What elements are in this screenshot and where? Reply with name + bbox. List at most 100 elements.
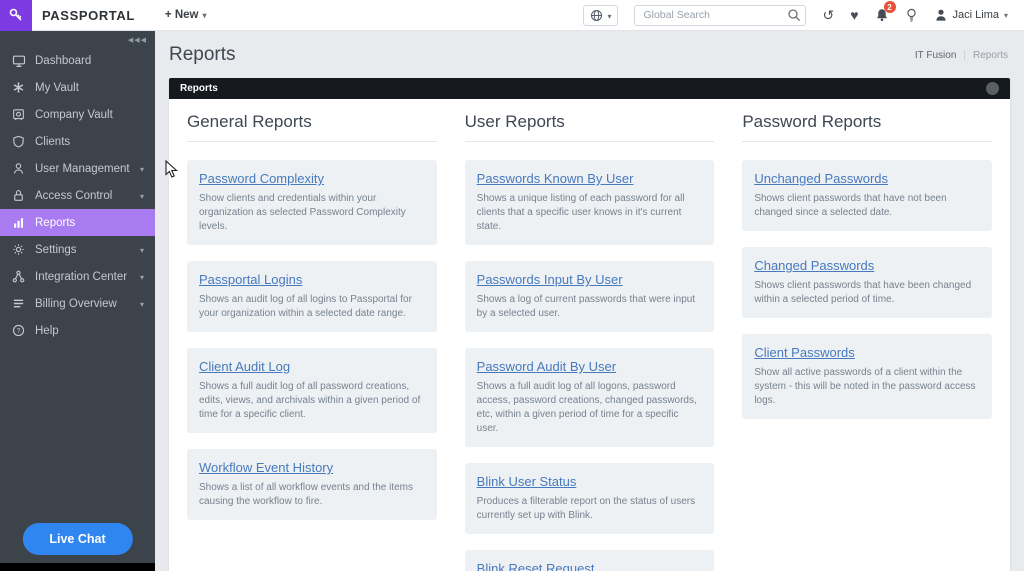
breadcrumb-client[interactable]: IT Fusion xyxy=(915,50,957,61)
chevron-down-icon xyxy=(1004,9,1008,21)
topbar: PASSPORTAL + New ↺ ♥ xyxy=(0,0,1024,31)
sidebar-item-label: Clients xyxy=(35,135,71,148)
sidebar-item-access-control[interactable]: Access Control xyxy=(0,182,155,209)
report-description: Shows an audit log of all logins to Pass… xyxy=(199,294,412,319)
history-icon: ↺ xyxy=(822,7,835,23)
report-link[interactable]: Password Audit By User xyxy=(477,359,616,374)
sidebar-item-label: Settings xyxy=(35,243,77,256)
report-link[interactable]: Passportal Logins xyxy=(199,272,302,287)
history-button[interactable]: ↺ xyxy=(822,8,834,22)
shield-icon xyxy=(11,135,26,148)
sidebar-item-label: My Vault xyxy=(35,81,79,94)
safe-icon xyxy=(11,108,26,121)
report-link[interactable]: Client Audit Log xyxy=(199,359,290,374)
sidebar-item-label: Company Vault xyxy=(35,108,113,121)
report-description: Shows client passwords that have not bee… xyxy=(754,193,947,218)
passportal-app: { "topbar": { "brand": "PASSPORTAL", "ne… xyxy=(0,0,1024,571)
tips-button[interactable] xyxy=(905,8,918,22)
sidebar-item-billing-overview[interactable]: Billing Overview xyxy=(0,290,155,317)
chevron-down-icon xyxy=(140,244,144,256)
report-link[interactable]: Workflow Event History xyxy=(199,460,333,475)
chevron-down-icon xyxy=(607,6,611,24)
notifications-button[interactable]: 2 xyxy=(875,1,896,22)
report-description: Shows a full audit log of all password c… xyxy=(199,381,421,420)
report-description: Shows a full audit log of all logons, pa… xyxy=(476,381,697,434)
live-chat-button[interactable]: Live Chat xyxy=(22,523,133,555)
sidebar-item-clients[interactable]: Clients xyxy=(0,128,155,155)
chevron-down-icon xyxy=(140,190,144,202)
favorites-button[interactable]: ♥ xyxy=(850,8,858,22)
sidebar-item-label: Billing Overview xyxy=(35,297,117,310)
user-icon xyxy=(934,8,948,22)
search-icon[interactable] xyxy=(787,8,801,22)
dashboard-icon xyxy=(11,54,26,68)
report-card: Client Audit Log Shows a full audit log … xyxy=(187,348,437,433)
report-link[interactable]: Blink User Status xyxy=(477,474,577,489)
sidebar-item-label: Access Control xyxy=(35,189,113,202)
page-header: Reports IT Fusion Reports xyxy=(155,31,1024,78)
report-card: Password Audit By User Shows a full audi… xyxy=(464,348,715,447)
report-description: Shows a log of current passwords that we… xyxy=(476,294,696,319)
global-search xyxy=(634,4,807,26)
search-scope-selector[interactable] xyxy=(583,4,619,26)
notification-badge: 2 xyxy=(883,1,896,13)
report-description: Show all active passwords of a client wi… xyxy=(754,367,976,406)
report-column-user: User Reports Passwords Known By User Sho… xyxy=(464,112,715,571)
report-column-password: Password Reports Unchanged Passwords Sho… xyxy=(742,112,992,435)
svg-text:?: ? xyxy=(17,328,21,335)
page-title: Reports xyxy=(169,44,236,65)
report-card: Changed Passwords Shows client passwords… xyxy=(742,247,992,318)
report-link[interactable]: Blink Reset Request xyxy=(477,561,595,571)
report-description: Show clients and credentials within your… xyxy=(199,193,406,232)
sidebar-item-user-management[interactable]: User Management xyxy=(0,155,155,182)
sidebar-item-label: Integration Center xyxy=(35,270,128,283)
user-menu[interactable]: Jaci Lima xyxy=(934,8,1008,22)
heart-icon: ♥ xyxy=(850,7,859,23)
report-link[interactable]: Changed Passwords xyxy=(754,258,874,273)
report-card: Blink Reset Request Produces a filterabl… xyxy=(464,550,715,571)
sidebar-item-company-vault[interactable]: Company Vault xyxy=(0,101,155,128)
report-description: Shows a list of all workflow events and … xyxy=(199,482,413,507)
lock-icon xyxy=(11,189,26,202)
report-link[interactable]: Passwords Input By User xyxy=(477,272,623,287)
brand-name: PASSPORTAL xyxy=(42,7,135,23)
panel-title: Reports xyxy=(180,83,218,94)
sidebar-item-my-vault[interactable]: My Vault xyxy=(0,74,155,101)
sidebar-item-label: Dashboard xyxy=(35,54,92,67)
column-title: User Reports xyxy=(464,112,715,142)
bar-chart-icon xyxy=(11,216,26,229)
sidebar-bottom-strip xyxy=(0,563,155,571)
sidebar-item-help[interactable]: ? Help xyxy=(0,317,155,344)
chevron-down-icon xyxy=(140,298,144,310)
new-button[interactable]: + New xyxy=(165,9,207,21)
panel-header: Reports xyxy=(169,78,1010,99)
sidebar-collapse-control[interactable]: ◀◀◀ xyxy=(0,31,155,47)
brand-logo[interactable] xyxy=(0,0,32,31)
chevron-down-icon xyxy=(140,163,144,175)
sidebar-item-reports[interactable]: Reports xyxy=(0,209,155,236)
report-description: Produces a filterable report on the stat… xyxy=(476,496,696,521)
report-card: Password Complexity Show clients and cre… xyxy=(187,160,437,245)
globe-icon xyxy=(590,9,603,22)
lightbulb-icon xyxy=(905,8,918,22)
report-column-general: General Reports Password Complexity Show… xyxy=(187,112,437,536)
new-button-label: + New xyxy=(164,9,199,21)
breadcrumb-separator xyxy=(963,50,966,61)
report-description: Shows a unique listing of each password … xyxy=(476,193,685,232)
sidebar-item-settings[interactable]: Settings xyxy=(0,236,155,263)
chevron-down-icon xyxy=(202,9,206,21)
report-link[interactable]: Password Complexity xyxy=(199,171,324,186)
sidebar-item-label: Reports xyxy=(35,216,76,229)
breadcrumb-current-page: Reports xyxy=(972,49,1008,61)
global-search-input[interactable] xyxy=(634,4,807,26)
report-link[interactable]: Client Passwords xyxy=(754,345,854,360)
sidebar-item-integration-center[interactable]: Integration Center xyxy=(0,263,155,290)
help-icon: ? xyxy=(11,324,26,337)
report-link[interactable]: Passwords Known By User xyxy=(477,171,634,186)
report-link[interactable]: Unchanged Passwords xyxy=(754,171,888,186)
list-icon xyxy=(11,297,26,310)
user-icon xyxy=(11,162,26,175)
sidebar-item-dashboard[interactable]: Dashboard xyxy=(0,47,155,74)
column-title: Password Reports xyxy=(742,112,992,142)
panel-collapse-icon[interactable] xyxy=(986,82,999,95)
